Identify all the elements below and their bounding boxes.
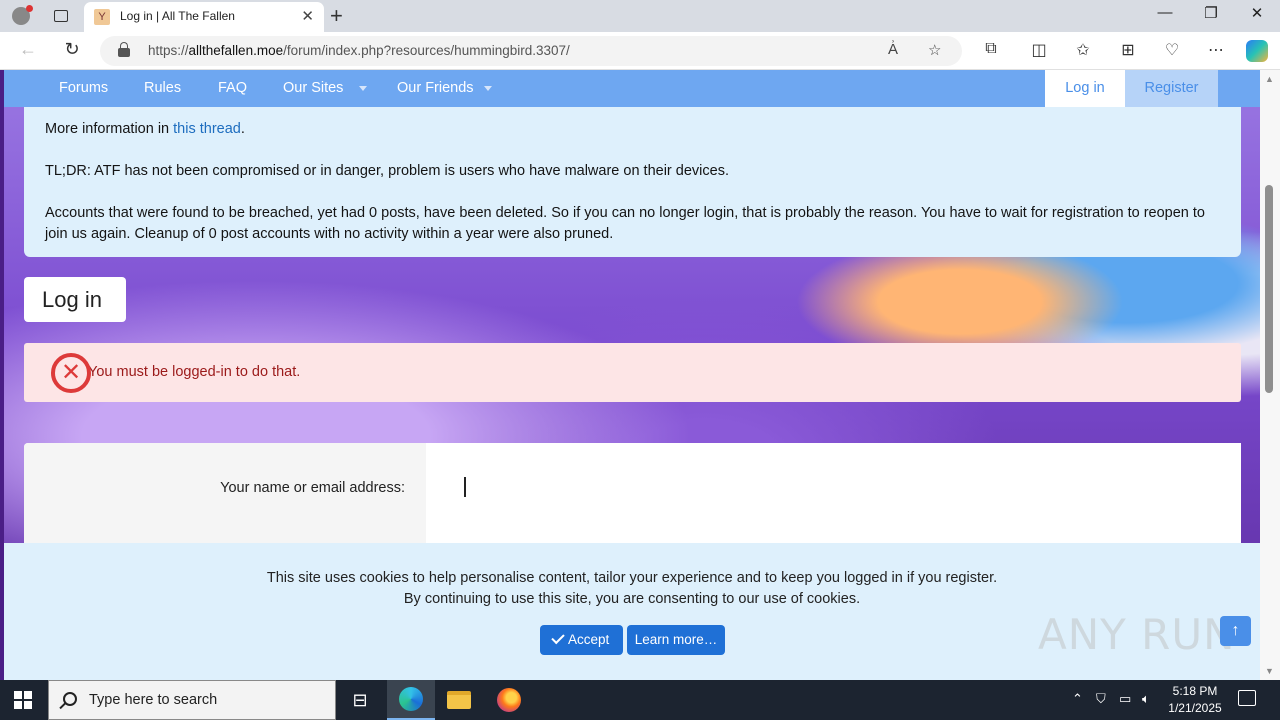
- performance-icon[interactable]: ♡: [1160, 40, 1184, 60]
- favorites-icon[interactable]: ✩: [1071, 40, 1095, 60]
- close-window-icon[interactable]: ✕: [1234, 4, 1280, 22]
- taskbar-search-placeholder: Type here to search: [89, 692, 218, 708]
- restore-icon[interactable]: ❐: [1188, 4, 1234, 22]
- nav-our-sites-label: Our Sites: [283, 80, 344, 96]
- copilot-icon[interactable]: [1246, 40, 1268, 62]
- tab-actions-icon[interactable]: [48, 4, 74, 28]
- nav-our-friends-label: Our Friends: [397, 80, 474, 96]
- refresh-icon[interactable]: ↻: [58, 39, 86, 60]
- favicon: Y: [94, 9, 110, 25]
- close-icon[interactable]: ✕: [301, 7, 314, 25]
- cookie-line-1: This site uses cookies to help personali…: [266, 570, 998, 586]
- url-text[interactable]: https://allthefallen.moe/forum/index.php…: [148, 43, 570, 58]
- checkmark-icon: [551, 630, 565, 645]
- notification-icon[interactable]: [1238, 690, 1256, 706]
- scroll-to-top-icon[interactable]: ↑: [1220, 616, 1251, 646]
- collections-icon[interactable]: ⊞: [1116, 40, 1140, 60]
- split-screen-icon[interactable]: ◫: [1027, 40, 1051, 60]
- system-clock[interactable]: 5:18 PM 1/21/2025: [1166, 683, 1224, 717]
- error-message-box: You must be logged-in to do that. ✕: [24, 343, 1241, 402]
- chevron-down-icon[interactable]: [359, 85, 368, 91]
- cookie-line-2: By continuing to use this site, you are …: [403, 591, 861, 607]
- shield-icon[interactable]: ⛉: [1096, 691, 1106, 707]
- text-cursor: [464, 477, 466, 497]
- login-button[interactable]: Log in: [1045, 70, 1125, 107]
- notice-line-2: TL;DR: ATF has not been compromised or i…: [45, 163, 729, 179]
- search-icon: [63, 692, 77, 706]
- task-view-icon[interactable]: ⊟: [336, 680, 384, 720]
- favorite-star-icon[interactable]: ☆: [928, 41, 941, 59]
- this-thread-link[interactable]: this thread: [173, 121, 241, 137]
- read-aloud-icon[interactable]: A͗: [888, 41, 898, 58]
- username-label: Your name or email address:: [220, 480, 405, 496]
- edge-taskbar-icon[interactable]: [387, 680, 435, 720]
- nav-rules[interactable]: Rules: [144, 80, 181, 96]
- page-title: Log in: [24, 277, 126, 322]
- file-explorer-icon[interactable]: [435, 680, 483, 720]
- scrollbar-thumb[interactable]: [1265, 185, 1273, 393]
- profile-icon[interactable]: [8, 4, 34, 28]
- nav-our-friends[interactable]: Our Friends: [397, 80, 492, 96]
- notice-line-3: Accounts that were found to be breached,…: [45, 205, 1205, 242]
- new-tab-icon[interactable]: +: [330, 3, 343, 29]
- error-message: You must be logged-in to do that.: [88, 364, 301, 380]
- windows-start-icon[interactable]: [14, 691, 32, 709]
- cookie-text: This site uses cookies to help personali…: [4, 568, 1260, 610]
- site-notice: More information in this thread. TL;DR: …: [24, 107, 1241, 257]
- address-bar[interactable]: https://allthefallen.moe/forum/index.php…: [100, 36, 962, 66]
- taskbar-search[interactable]: Type here to search: [48, 680, 336, 720]
- nav-faq[interactable]: FAQ: [218, 80, 247, 96]
- watermark: ANY RUN: [1038, 610, 1236, 659]
- tab-title: Log in | All The Fallen: [120, 9, 235, 23]
- volume-icon[interactable]: 🔈︎: [1142, 691, 1150, 707]
- nav-forums[interactable]: Forums: [59, 80, 108, 96]
- browser-toolbar: ← ↻ https://allthefallen.moe/forum/index…: [0, 32, 1280, 70]
- accept-label: Accept: [568, 632, 610, 647]
- scroll-up-icon[interactable]: ▲: [1265, 74, 1274, 84]
- register-button[interactable]: Register: [1125, 70, 1218, 107]
- page-viewport: Forums Rules FAQ Our Sites Our Friends L…: [0, 70, 1280, 680]
- error-x-icon: ✕: [51, 353, 91, 393]
- extensions-icon[interactable]: ⧉: [979, 40, 1003, 58]
- chevron-down-icon[interactable]: [483, 85, 492, 91]
- scrollbar[interactable]: ▲ ▼: [1260, 70, 1280, 680]
- browser-tab[interactable]: Y Log in | All The Fallen ✕: [84, 2, 324, 32]
- learn-more-button[interactable]: Learn more…: [627, 625, 725, 655]
- scroll-down-icon[interactable]: ▼: [1265, 666, 1274, 676]
- site-navbar: Forums Rules FAQ Our Sites Our Friends L…: [4, 70, 1260, 107]
- windows-taskbar: Type here to search ⊟ ⌃ ⛉ ▭ 🔈︎ 5:18 PM 1…: [0, 680, 1280, 720]
- firefox-icon[interactable]: [485, 680, 533, 720]
- accept-cookies-button[interactable]: Accept: [540, 625, 623, 655]
- network-icon[interactable]: ▭: [1119, 691, 1131, 707]
- lock-icon[interactable]: [118, 42, 130, 57]
- clock-date: 1/21/2025: [1168, 701, 1222, 715]
- notice-line-1: More information in this thread.: [45, 121, 245, 137]
- more-icon[interactable]: ⋯: [1204, 40, 1228, 60]
- nav-our-sites[interactable]: Our Sites: [283, 80, 368, 96]
- chevron-up-icon[interactable]: ⌃: [1072, 691, 1083, 707]
- clock-time: 5:18 PM: [1172, 684, 1218, 698]
- back-icon[interactable]: ←: [14, 39, 42, 60]
- browser-tab-bar: Y Log in | All The Fallen ✕ + — ❐ ✕: [0, 0, 1280, 32]
- minimize-icon[interactable]: —: [1142, 4, 1188, 21]
